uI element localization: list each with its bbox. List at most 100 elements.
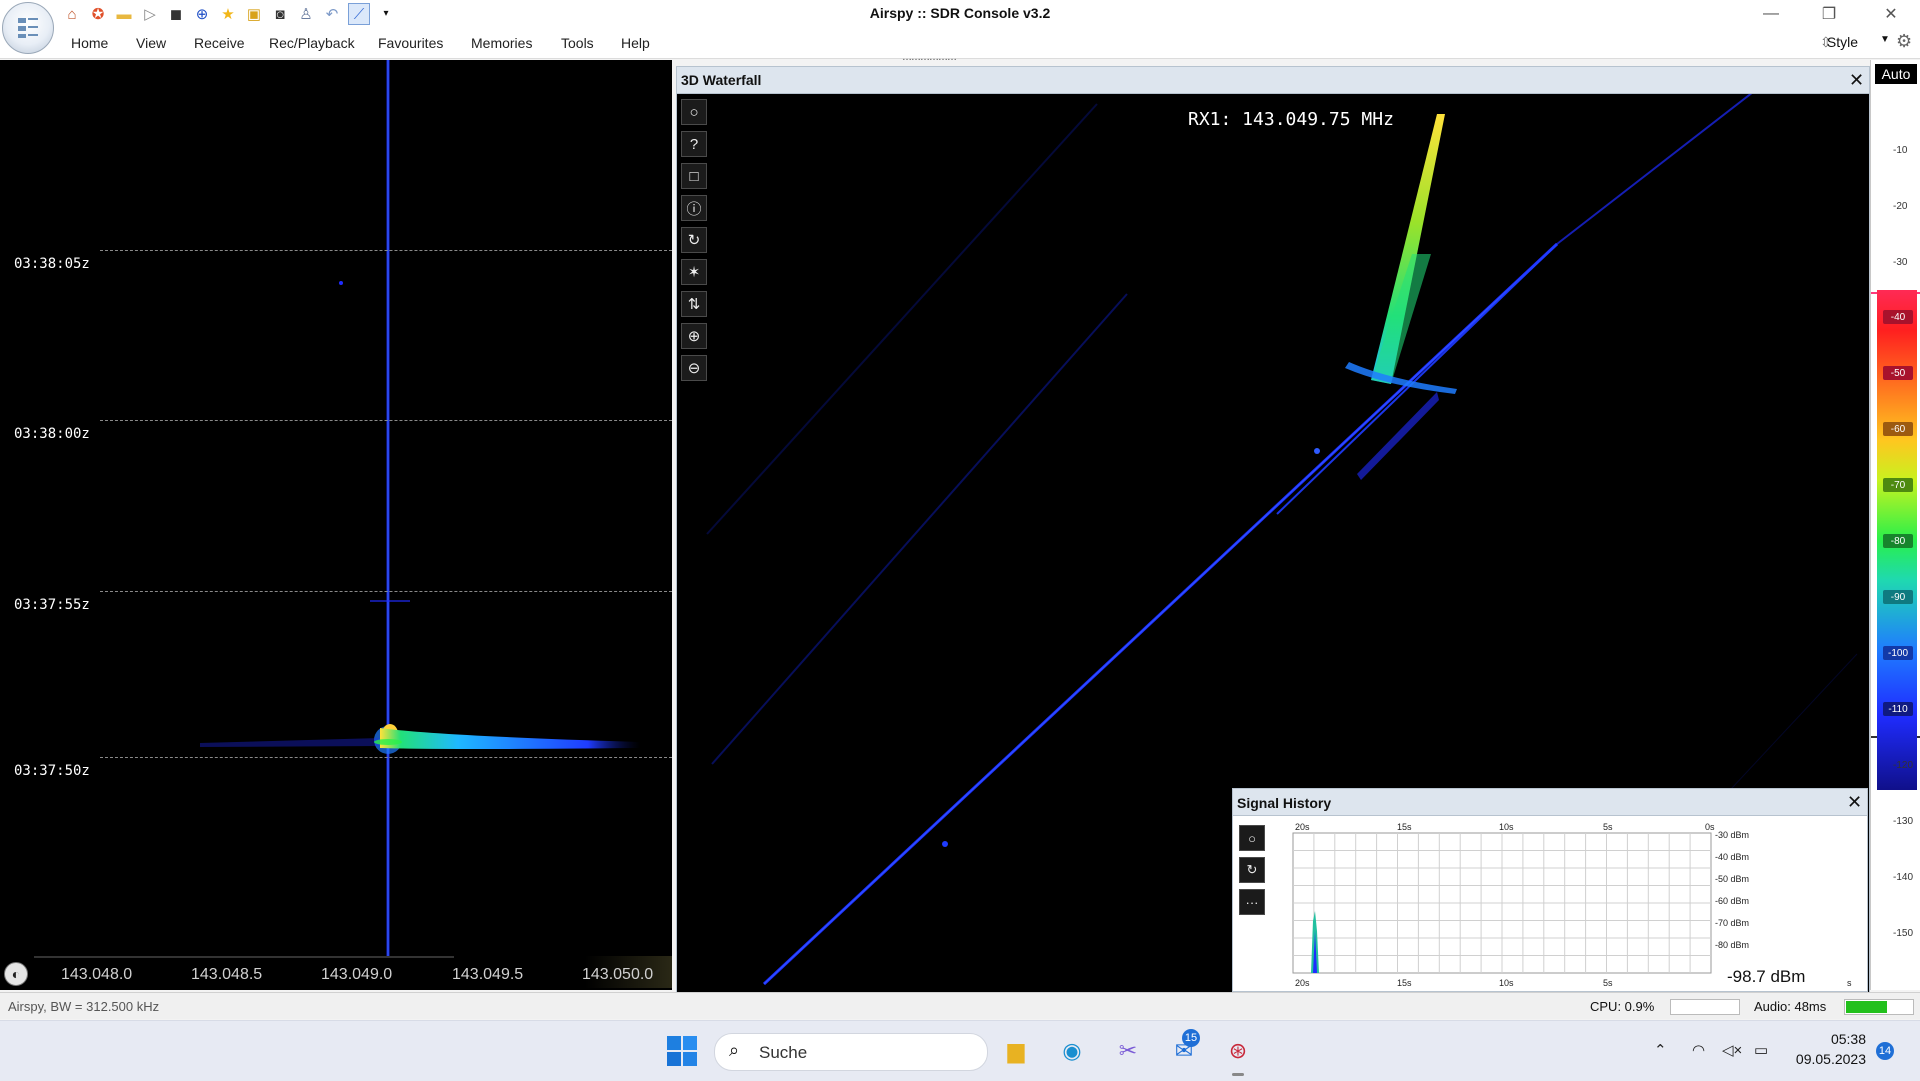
signal-history-chart: 20s 15s 10s 5s 0s 20s 15s 10s 5s -30 dBm… — [1267, 821, 1863, 989]
wifi-icon[interactable]: ◠ — [1692, 1041, 1705, 1059]
history-time-label: 15s — [1397, 822, 1412, 832]
time-marker-line — [100, 420, 672, 421]
time-marker-line — [100, 591, 672, 592]
menu-bar: Home View Receive Rec/Playback Favourite… — [0, 28, 1920, 59]
menu-home[interactable]: Home — [71, 35, 108, 51]
signal-level-readout: -98.7 dBm — [1725, 967, 1808, 987]
history-time-label: 0s — [1705, 822, 1715, 832]
clock-date[interactable]: 09.05.2023 — [1784, 1051, 1866, 1067]
menu-rec-playback[interactable]: Rec/Playback — [269, 35, 355, 51]
waterfall-3d-close-icon[interactable]: ✕ — [1849, 70, 1864, 91]
timestamp-label: 03:37:50z — [10, 763, 94, 779]
edge-browser-icon[interactable]: ◉ — [1056, 1035, 1088, 1067]
frequency-label: 143.050.0 — [582, 966, 654, 983]
home-view-icon[interactable]: ○ — [681, 99, 707, 125]
cpu-usage-bar — [1670, 999, 1740, 1015]
snipping-tool-icon[interactable]: ✂ — [1112, 1035, 1144, 1067]
notification-badge[interactable]: 14 — [1876, 1042, 1894, 1060]
auto-level-button[interactable]: Auto — [1875, 64, 1917, 84]
app-menu-button[interactable] — [2, 2, 54, 54]
time-marker-line — [100, 250, 672, 251]
taskbar: ⌕ Suche ▆ ◉ ✂ ✉ 15 ⊛ ⌃ ◠ ◁× ▭ 05:38 09.0… — [0, 1020, 1920, 1081]
close-icon[interactable]: ✕ — [1868, 2, 1914, 26]
history-time-label-bottom: 10s — [1499, 978, 1514, 988]
style-dropdown-icon[interactable]: ▼ — [1880, 34, 1890, 45]
db-tick: -120 — [1893, 760, 1914, 771]
cpu-usage-label: CPU: 0.9% — [1590, 999, 1655, 1014]
db-tick: -110 — [1883, 702, 1913, 716]
menu-favourites[interactable]: Favourites — [378, 35, 443, 51]
audio-level-bar — [1844, 999, 1914, 1015]
brightness-icon[interactable]: ✶ — [681, 259, 707, 285]
active-app-indicator — [1232, 1073, 1244, 1076]
history-dbm-label: -70 dBm — [1715, 918, 1749, 928]
waterfall-3d-toolbar: ○ ? □ ⓘ ↻ ✶ ⇅ ⊕ ⊖ — [681, 99, 707, 387]
time-marker-line — [100, 757, 672, 758]
signal-history-title: Signal History — [1237, 795, 1332, 811]
show-hidden-icons-icon[interactable]: ⌃ — [1654, 1041, 1667, 1059]
db-tick: -20 — [1893, 201, 1908, 212]
audio-latency-label: Audio: 48ms — [1754, 999, 1827, 1014]
db-tick: -50 — [1883, 366, 1913, 380]
history-unit-suffix: s — [1847, 978, 1852, 988]
waterfall-trace — [200, 60, 640, 960]
history-refresh-icon[interactable]: ↻ — [1239, 857, 1265, 883]
zoom-out-icon[interactable]: ⊖ — [681, 355, 707, 381]
menu-receive[interactable]: Receive — [194, 35, 245, 51]
menu-memories[interactable]: Memories — [471, 35, 532, 51]
minimize-icon[interactable]: — — [1748, 2, 1794, 26]
title-bar: ⌂ ✪ ▬ ▷ ◼ ⊕ ★ ▣ ◙ ♙ ↶ ⟋ ▾ Airspy :: SDR … — [0, 0, 1920, 28]
db-tick: -130 — [1893, 816, 1914, 827]
style-menu[interactable]: Style — [1827, 34, 1858, 50]
file-explorer-icon[interactable]: ▆ — [1000, 1035, 1032, 1067]
info-icon[interactable]: ⓘ — [681, 195, 707, 221]
history-reset-icon[interactable]: ○ — [1239, 825, 1265, 851]
frequency-label: 143.048.5 — [191, 966, 263, 983]
frequency-label: 143.049.5 — [452, 966, 524, 983]
window-title: Airspy :: SDR Console v3.2 — [869, 5, 1051, 21]
history-time-label: 10s — [1499, 822, 1514, 832]
waterfall-3d-title: 3D Waterfall — [681, 72, 762, 88]
db-tick: -140 — [1893, 872, 1914, 883]
db-tick: -150 — [1893, 928, 1914, 939]
history-dbm-label: -40 dBm — [1715, 852, 1749, 862]
db-tick: -80 — [1883, 534, 1913, 548]
speaker-muted-icon[interactable]: ◁× — [1722, 1041, 1742, 1059]
history-time-label-bottom: 15s — [1397, 978, 1412, 988]
zoom-in-icon[interactable]: ⊕ — [681, 323, 707, 349]
menu-tools[interactable]: Tools — [561, 35, 594, 51]
history-more-icon[interactable]: ··· — [1239, 889, 1265, 915]
windows-start-icon[interactable] — [666, 1035, 698, 1067]
settings-gear-icon[interactable]: ⚙ — [1896, 31, 1912, 52]
scale-lock-button[interactable]: ◐ — [4, 962, 28, 986]
db-tick: -100 — [1883, 646, 1913, 660]
audio-level-fill — [1846, 1001, 1887, 1013]
level-scale-bar[interactable]: Auto -10 -20 -30 -40 -50 -60 -70 -80 -90… — [1870, 60, 1920, 990]
history-time-label-bottom: 20s — [1295, 978, 1310, 988]
rotate-icon[interactable]: ↻ — [681, 227, 707, 253]
menu-view[interactable]: View — [136, 35, 166, 51]
frequency-scale[interactable]: 143.048.0 143.048.5 143.049.0 143.049.5 … — [0, 956, 672, 988]
menu-help[interactable]: Help — [621, 35, 650, 51]
timestamp-label: 03:38:05z — [10, 256, 94, 272]
signal-history-close-icon[interactable]: ✕ — [1847, 792, 1862, 813]
spectrum-waterfall[interactable]: 03:38:05z 03:38:00z 03:37:55z 03:37:50z — [0, 60, 672, 990]
splitter-grip[interactable]: ……………… — [902, 52, 957, 63]
clock-time[interactable]: 05:38 — [1794, 1031, 1866, 1047]
restore-icon[interactable]: ❐ — [1806, 2, 1852, 26]
flip-vertical-icon[interactable]: ⇅ — [681, 291, 707, 317]
help-icon[interactable]: ? — [681, 131, 707, 157]
frame-icon[interactable]: □ — [681, 163, 707, 189]
battery-icon[interactable]: ▭ — [1754, 1041, 1768, 1059]
history-time-label-bottom: 5s — [1603, 978, 1613, 988]
rx-frequency-readout: RX1: 143.049.75 MHz — [1188, 109, 1394, 130]
search-icon: ⌕ — [729, 1040, 740, 1060]
db-tick: -40 — [1883, 310, 1913, 324]
search-placeholder: Suche — [759, 1043, 808, 1062]
sdr-console-icon[interactable]: ⊛ — [1222, 1035, 1254, 1067]
db-tick: -60 — [1883, 422, 1913, 436]
device-bandwidth-status: Airspy, BW = 312.500 kHz — [8, 999, 160, 1014]
timestamp-label: 03:38:00z — [10, 426, 94, 442]
taskbar-search[interactable]: ⌕ Suche — [714, 1033, 988, 1071]
mail-badge: 15 — [1182, 1029, 1200, 1047]
